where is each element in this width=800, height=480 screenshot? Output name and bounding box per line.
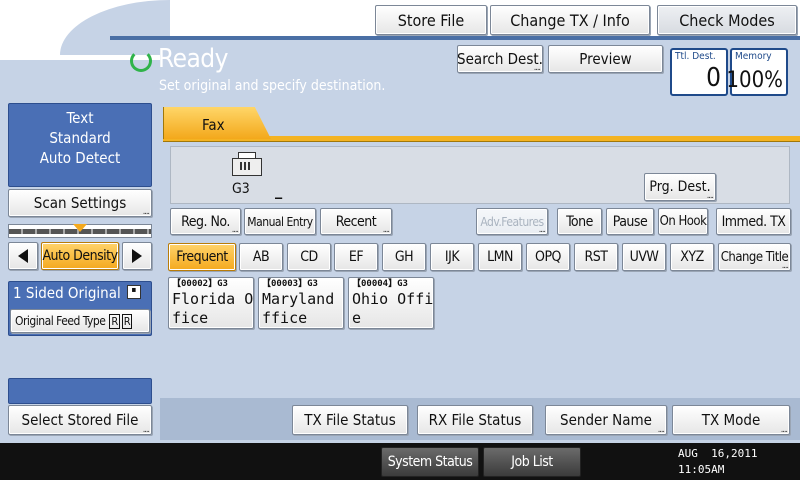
tx-mode-label: TX Mode (701, 411, 761, 429)
mode-line-text: Text (66, 109, 94, 127)
feed-type-icon: R (109, 313, 120, 329)
select-stored-file-label: Select Stored File (21, 411, 139, 429)
memory-box: Memory 100% (726, 48, 788, 96)
rx-file-status-button[interactable]: RX File Status (417, 405, 533, 435)
density-scale (8, 224, 152, 238)
manual-entry-button[interactable]: Manual Entry (244, 208, 316, 235)
check-modes-button[interactable]: Check Modes (657, 5, 797, 35)
prg-dest-label: Prg. Dest. (649, 179, 711, 195)
tab-fax-label: Fax (202, 116, 225, 134)
original-sides-icon: ▪ (127, 285, 141, 299)
memory-label: Memory (735, 51, 772, 62)
immed-tx-button[interactable]: Immed. TX (716, 208, 791, 235)
destination-name-line1: Ohio Offic (352, 290, 434, 308)
sender-name-button[interactable]: Sender Name.... (545, 405, 667, 435)
original-feed-type-button[interactable]: Original Feed Type R R (10, 309, 150, 333)
arrow-left-icon (18, 249, 28, 263)
index-tab-ab[interactable]: AB (239, 243, 283, 271)
arrow-right-icon (132, 249, 142, 263)
scan-mode-panel: Text Standard Auto Detect (8, 103, 152, 187)
destination-key[interactable]: 【00004】G3 Ohio Offic e (348, 277, 434, 329)
adv-features-label: Adv.Features (480, 214, 544, 229)
change-title-button[interactable]: Change Title.... (718, 243, 791, 271)
destination-name-line2: fice (172, 309, 209, 327)
index-tab-lmn[interactable]: LMN (478, 243, 522, 271)
destination-type: G3 (307, 279, 318, 289)
search-dest-button[interactable]: Search Dest..... (457, 45, 543, 73)
index-tab-ef[interactable]: EF (334, 243, 378, 271)
destination-name-line2: ffice (262, 309, 308, 327)
tx-file-status-button[interactable]: TX File Status (292, 405, 408, 435)
prg-dest-button[interactable]: Prg. Dest..... (644, 173, 716, 201)
line-type-label: G3 (232, 181, 250, 197)
system-status-button[interactable]: System Status (381, 447, 479, 477)
mode-line-standard: Standard (49, 129, 111, 147)
reg-no-button[interactable]: Reg. No..... (170, 208, 241, 235)
feed-type-icon-2: R (121, 313, 133, 329)
select-stored-file-button[interactable]: Select Stored File.... (8, 405, 152, 435)
index-tab-ijk[interactable]: IJK (430, 243, 474, 271)
store-file-button[interactable]: Store File (375, 5, 487, 35)
scan-settings-label: Scan Settings (33, 194, 127, 212)
tx-mode-button[interactable]: TX Mode.... (672, 405, 790, 435)
memory-value: 100% (726, 68, 783, 93)
destination-name-line2: e (352, 309, 362, 327)
job-list-button[interactable]: Job List (483, 447, 581, 477)
on-hook-button[interactable]: On Hook (658, 208, 708, 235)
destination-code: 【00003】 (262, 279, 308, 289)
adv-features-button[interactable]: Adv.Features.... (476, 208, 548, 235)
destination-name-line1: Maryland O (262, 290, 344, 308)
feed-type-label: Original Feed Type (15, 314, 106, 328)
density-darker-button[interactable] (122, 242, 152, 270)
index-tab-opq[interactable]: OPQ (526, 243, 570, 271)
scan-settings-button[interactable]: Scan Settings.... (8, 189, 152, 217)
ttl-dest-value: 0 (706, 63, 721, 93)
total-destinations-box: Ttl. Dest. 0 (670, 48, 728, 96)
change-tx-info-button[interactable]: Change TX / Info (490, 5, 650, 35)
recent-button[interactable]: Recent.... (320, 208, 392, 235)
destination-code: 【00002】 (172, 279, 218, 289)
index-tab-rst[interactable]: RST (574, 243, 618, 271)
search-dest-label: Search Dest. (457, 50, 543, 68)
mode-line-auto-detect: Auto Detect (39, 149, 121, 167)
auto-density-button[interactable]: Auto Density (41, 242, 119, 270)
preview-button[interactable]: Preview (548, 45, 663, 73)
footer-date: AUG 16,2011 (678, 447, 758, 460)
recent-label: Recent (335, 213, 377, 230)
density-lighter-button[interactable] (8, 242, 38, 270)
destination-type: G3 (397, 279, 408, 289)
destination-key[interactable]: 【00003】G3 Maryland O ffice (258, 277, 344, 329)
fax-machine-icon (232, 152, 264, 176)
input-cursor: _ (275, 180, 283, 199)
density-marker-icon (73, 224, 87, 232)
sender-name-label: Sender Name (560, 411, 652, 429)
status-title: Ready (158, 44, 229, 74)
status-message: Set original and specify destination. (159, 78, 386, 94)
index-tab-cd[interactable]: CD (287, 243, 331, 271)
change-title-label: Change Title (720, 249, 789, 265)
tone-button[interactable]: Tone (557, 208, 602, 235)
destination-key[interactable]: 【00002】G3 Florida Of fice (168, 277, 254, 329)
index-tab-uvw[interactable]: UVW (622, 243, 666, 271)
left-blank-panel (8, 378, 152, 404)
ttl-dest-label: Ttl. Dest. (675, 51, 716, 62)
index-tab-frequent[interactable]: Frequent (168, 243, 236, 271)
destination-name-line1: Florida Of (172, 290, 254, 308)
index-tab-xyz[interactable]: XYZ (670, 243, 714, 271)
header-blue-line (110, 36, 800, 40)
destination-code: 【00004】 (352, 279, 398, 289)
destination-type: G3 (217, 279, 228, 289)
original-sides-label: 1 Sided Original (13, 284, 121, 302)
ready-icon (130, 50, 152, 72)
reg-no-label: Reg. No. (181, 213, 230, 230)
footer-time: 11:05AM (678, 463, 725, 476)
index-tab-gh[interactable]: GH (382, 243, 426, 271)
pause-button[interactable]: Pause (606, 208, 654, 235)
